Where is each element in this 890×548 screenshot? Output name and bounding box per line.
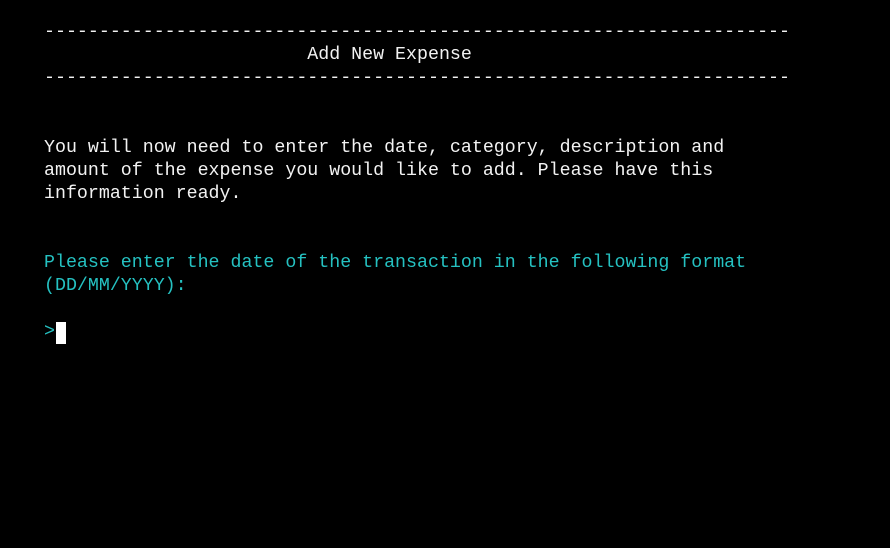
date-prompt-line-1: Please enter the date of the transaction… bbox=[44, 253, 747, 273]
terminal-window: ----------------------------------------… bbox=[0, 0, 890, 548]
intro-text-line-3: information ready. bbox=[44, 184, 242, 204]
intro-text-line-1: You will now need to enter the date, cat… bbox=[44, 138, 725, 158]
text-cursor bbox=[55, 321, 66, 344]
date-prompt-line-2: (DD/MM/YYYY): bbox=[44, 276, 187, 296]
prompt-symbol: > bbox=[44, 322, 55, 342]
header-rule-top: ----------------------------------------… bbox=[44, 22, 790, 42]
date-input-line[interactable]: > bbox=[44, 321, 66, 344]
intro-text-line-2: amount of the expense you would like to … bbox=[44, 161, 714, 181]
page-title: Add New Expense bbox=[44, 45, 472, 65]
header-rule-bottom: ----------------------------------------… bbox=[44, 68, 790, 88]
